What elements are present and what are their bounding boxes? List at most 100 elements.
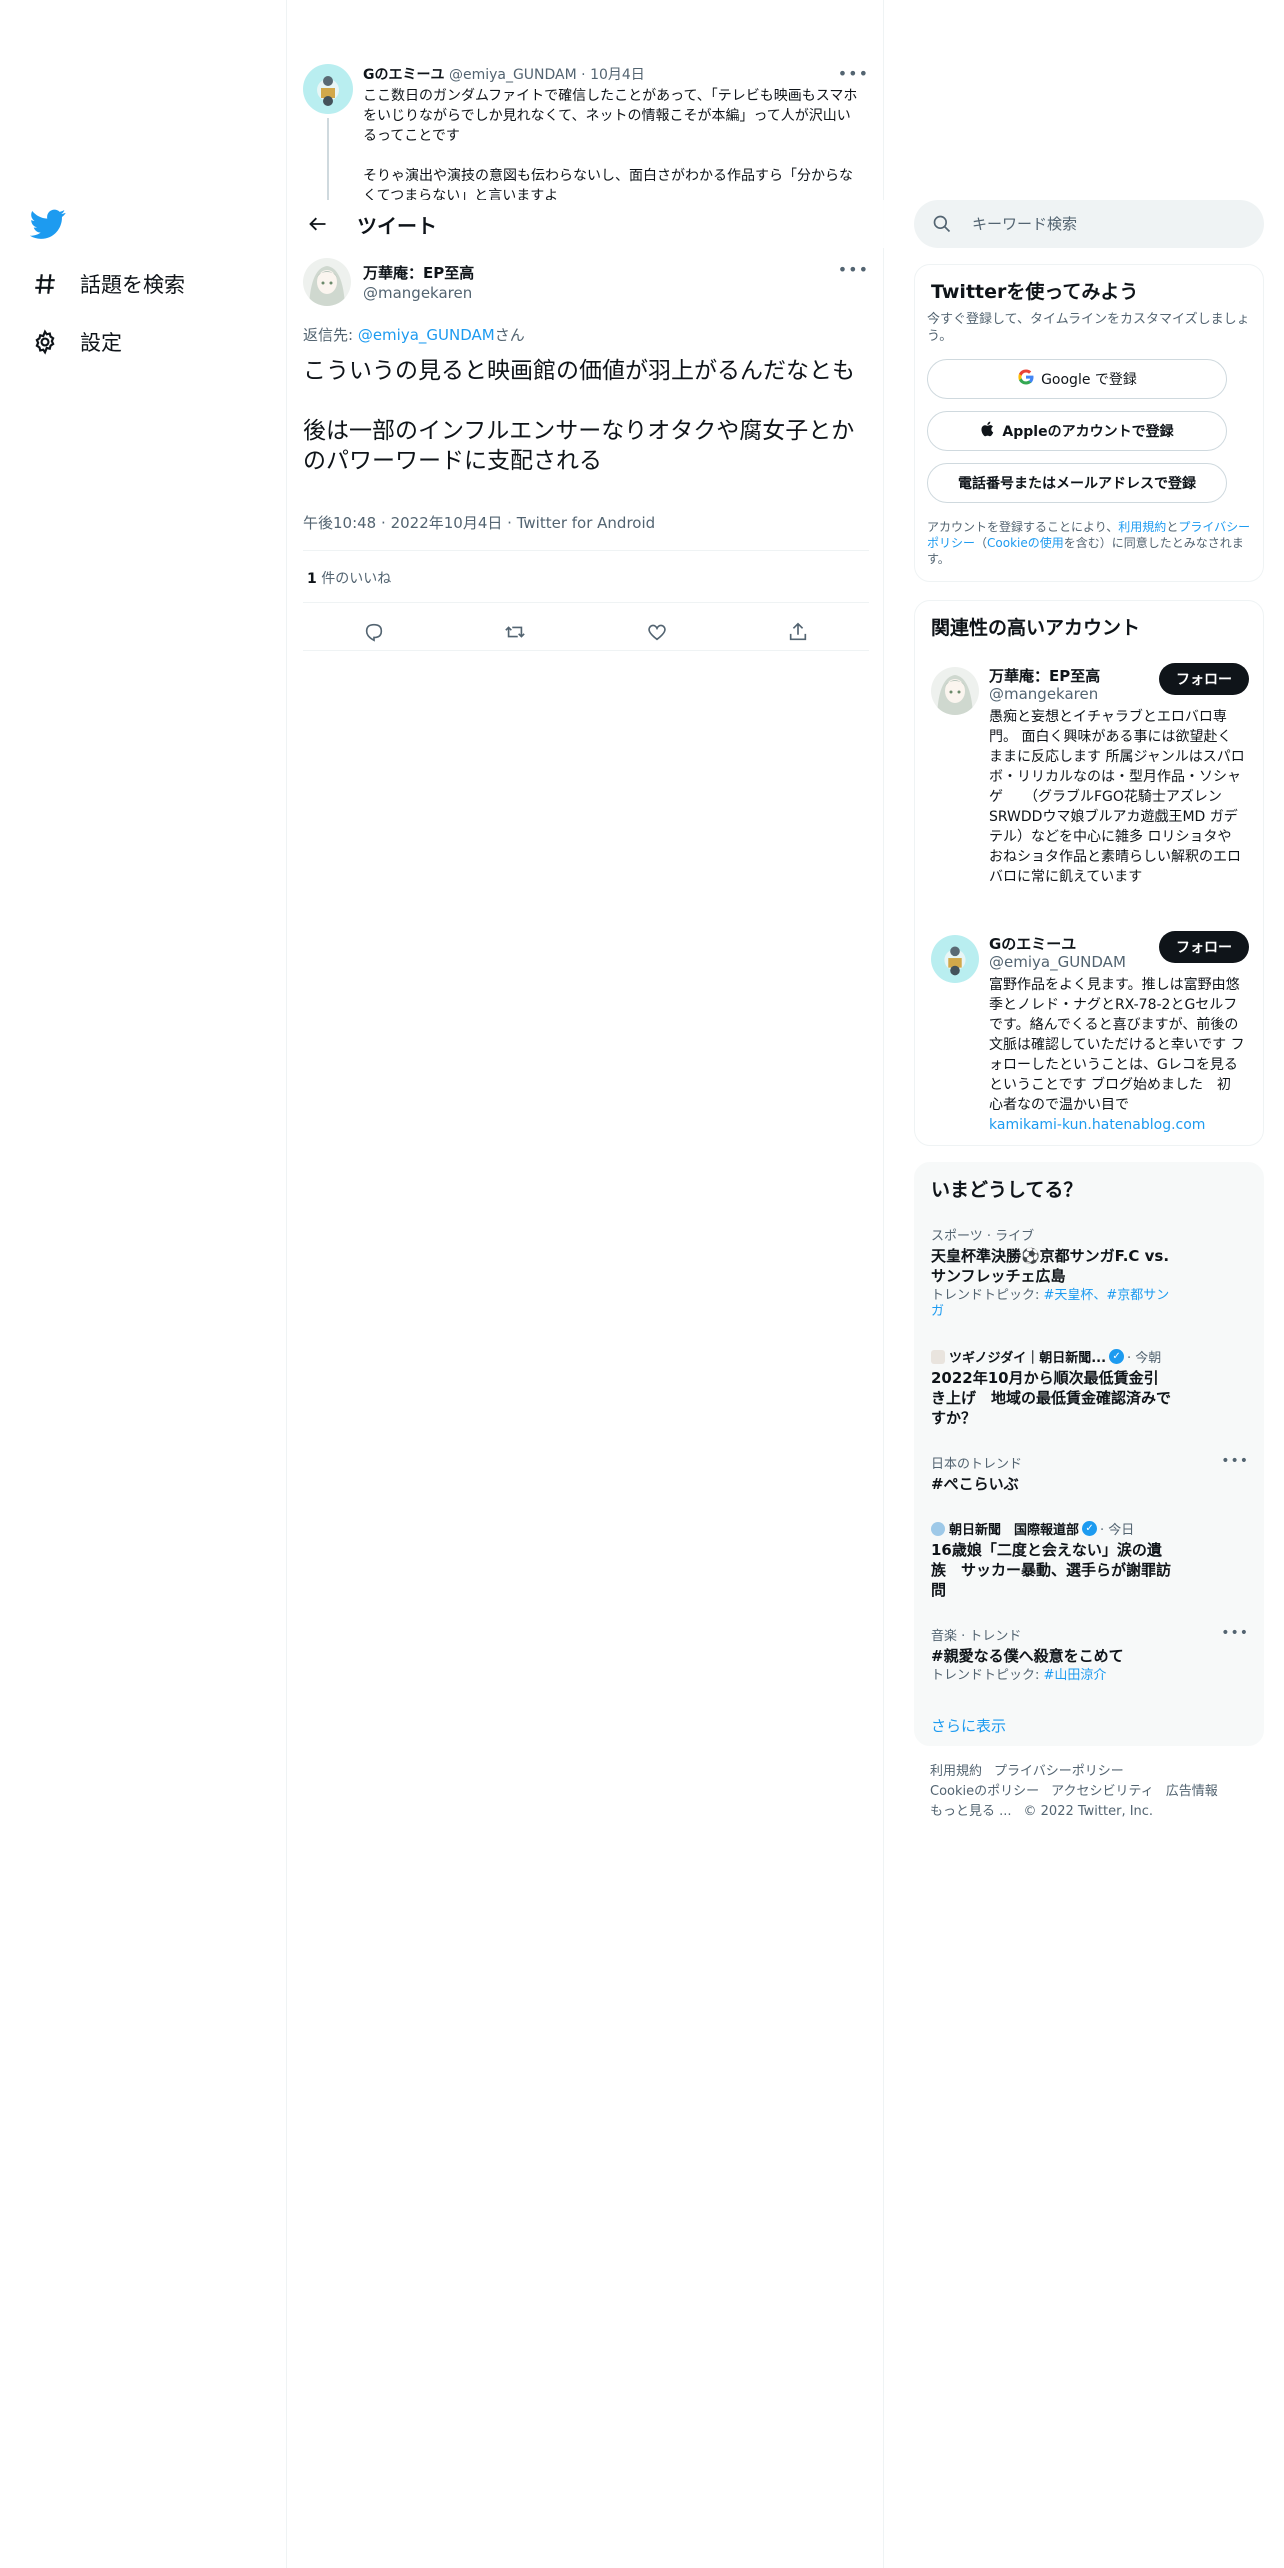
footer-link[interactable]: プライバシーポリシー bbox=[994, 1764, 1124, 1779]
google-icon bbox=[1017, 368, 1035, 390]
apple-signup-button[interactable]: Appleのアカウントで登録 bbox=[927, 411, 1227, 451]
likes-label: 件のいいね bbox=[316, 571, 392, 587]
footer-link[interactable]: もっと見る ... bbox=[930, 1804, 1012, 1819]
follow-button[interactable]: フォロー bbox=[1159, 663, 1249, 695]
account-handle[interactable]: @mangekaren bbox=[989, 685, 1098, 703]
footer-link[interactable]: 利用規約 bbox=[930, 1764, 982, 1779]
parent-tweet[interactable]: Gのエミーユ @emiya_GUNDAM · 10月4日 ••• ここ数日のガン… bbox=[287, 60, 885, 200]
avatar[interactable] bbox=[931, 667, 979, 715]
account-bio: 愚痴と妄想とイチャラブとエロバロ専門。 面白く興味がある事には欲望赴くままに反応… bbox=[989, 709, 1245, 885]
news-source-icon bbox=[931, 1349, 945, 1364]
nav-item-settings-label: 設定 bbox=[80, 331, 122, 355]
gear-icon bbox=[30, 327, 60, 357]
trend-item[interactable]: スポーツ · ライブ 天皇杯準決勝⚽京都サンガF.C vs. サンフレッチェ広島… bbox=[931, 1225, 1249, 1320]
trends-title: いまどうしてる？ bbox=[931, 1179, 1083, 1201]
tweet-source[interactable]: Twitter for Android bbox=[517, 514, 655, 532]
trend-context: スポーツ · ライブ bbox=[931, 1229, 1035, 1244]
trend-topics: トレンドトピック: #山田涼介 bbox=[931, 1668, 1171, 1684]
footer-link[interactable]: アクセシビリティ bbox=[1051, 1784, 1154, 1799]
signup-legal-text: アカウントを登録することにより、利用規約とプライバシーポリシー（Cookieの使… bbox=[927, 519, 1253, 567]
trend-title: 2022年10月から順次最低賃金引き上げ 地域の最低賃金確認済みですか？ bbox=[931, 1369, 1172, 1427]
related-accounts-card: 関連性の高いアカウント 万華庵：EP至高 @mangekaren フォロー 愚痴… bbox=[914, 600, 1264, 1146]
tweet-actions bbox=[303, 608, 869, 656]
news-time: · 今日 bbox=[1100, 1523, 1135, 1538]
avatar[interactable] bbox=[303, 258, 351, 306]
more-icon[interactable]: ••• bbox=[1221, 1453, 1249, 1469]
phone-email-signup-label: 電話番号またはメールアドレスで登録 bbox=[958, 476, 1196, 492]
google-signup-button[interactable]: Google で登録 bbox=[927, 359, 1227, 399]
footer-link[interactable]: 広告情報 bbox=[1166, 1784, 1218, 1799]
share-icon[interactable] bbox=[780, 614, 816, 650]
trend-topics: トレンドトピック: #天皇杯、#京都サンガ bbox=[931, 1288, 1171, 1320]
like-icon[interactable] bbox=[639, 614, 675, 650]
retweet-icon[interactable] bbox=[497, 614, 533, 650]
trend-context: 音楽 · トレンド bbox=[931, 1629, 1022, 1644]
account-bio-link[interactable]: kamikami-kun.hatenablog.com bbox=[989, 1117, 1205, 1133]
reply-icon[interactable] bbox=[356, 614, 392, 650]
reply-suffix: さん bbox=[494, 326, 525, 344]
likes-count[interactable]: 1 件のいいね bbox=[307, 568, 391, 588]
trend-item[interactable]: 音楽 · トレンド #親愛なる僕へ殺意をこめて トレンドトピック: #山田涼介 … bbox=[931, 1625, 1249, 1684]
separator: · bbox=[381, 514, 386, 532]
divider bbox=[303, 602, 869, 603]
more-icon[interactable]: ••• bbox=[838, 64, 869, 83]
account-name[interactable]: 万華庵：EP至高 bbox=[989, 665, 1100, 686]
related-accounts-title: 関連性の高いアカウント bbox=[931, 617, 1141, 639]
verified-icon: ✓ bbox=[1082, 1521, 1098, 1536]
parent-tweet-header: Gのエミーユ @emiya_GUNDAM · 10月4日 bbox=[363, 64, 645, 84]
trend-title: 天皇杯準決勝⚽京都サンガF.C vs. サンフレッチェ広島 bbox=[931, 1247, 1170, 1285]
author-handle[interactable]: @mangekaren bbox=[363, 284, 472, 302]
trend-topics-prefix: トレンドトピック: bbox=[931, 1668, 1044, 1683]
account-name[interactable]: Gのエミーユ bbox=[989, 933, 1076, 954]
divider bbox=[303, 550, 869, 551]
tweet-paragraph: そりゃ演出や演技の意図も伝わらないし、面白さがわかる作品すら「分からなくてつまら… bbox=[363, 168, 853, 200]
search-input[interactable] bbox=[972, 215, 1232, 233]
apple-icon bbox=[980, 420, 996, 442]
author-handle[interactable]: @emiya_GUNDAM bbox=[449, 67, 577, 83]
more-icon[interactable]: ••• bbox=[838, 260, 869, 279]
follow-button[interactable]: フォロー bbox=[1159, 931, 1249, 963]
nav-item-explore-label: 話題を検索 bbox=[80, 273, 185, 297]
tweet-date[interactable]: 2022年10月4日 bbox=[391, 514, 503, 532]
trend-item[interactable]: 朝日新聞 国際報道部 ✓ · 今日 16歳娘「二度と会えない」涙の遺族 サッカー… bbox=[931, 1519, 1249, 1600]
trend-topics-tags[interactable]: #山田涼介 bbox=[1044, 1668, 1107, 1683]
legal-text: アカウントを登録することにより、 bbox=[927, 520, 1119, 534]
signup-card: Twitterを使ってみよう 今すぐ登録して、タイムラインをカスタマイズしましょ… bbox=[914, 264, 1264, 582]
reply-to-line: 返信先: @emiya_GUNDAMさん bbox=[303, 324, 525, 345]
show-more-link[interactable]: さらに表示 bbox=[931, 1715, 1006, 1736]
avatar[interactable] bbox=[303, 64, 353, 114]
author-name[interactable]: 万華庵：EP至高 bbox=[363, 262, 474, 283]
reply-to-link[interactable]: @emiya_GUNDAM bbox=[358, 326, 495, 344]
hashtag-icon bbox=[30, 269, 60, 299]
terms-link[interactable]: 利用規約 bbox=[1118, 520, 1166, 534]
footer: 利用規約 プライバシーポリシー Cookieのポリシー アクセシビリティ 広告情報 も… bbox=[930, 1762, 1250, 1822]
author-name[interactable]: Gのエミーユ bbox=[363, 67, 445, 83]
google-signup-label: Google で登録 bbox=[1041, 372, 1137, 388]
trend-context: 日本のトレンド bbox=[931, 1457, 1023, 1472]
cookie-link[interactable]: Cookieの使用 bbox=[987, 536, 1064, 550]
nav-item-settings[interactable]: 設定 bbox=[30, 322, 122, 362]
news-source: ツギノジダイ｜朝日新聞... bbox=[949, 1351, 1107, 1366]
trend-item[interactable]: ツギノジダイ｜朝日新聞... ✓ · 今朝 2022年10月から順次最低賃金引き… bbox=[931, 1347, 1249, 1428]
trend-item[interactable]: 日本のトレンド #ぺこらいぶ ••• bbox=[931, 1453, 1249, 1494]
likes-number: 1 bbox=[307, 571, 317, 587]
copyright: © 2022 Twitter, Inc. bbox=[1023, 1804, 1154, 1819]
avatar[interactable] bbox=[931, 935, 979, 983]
account-handle[interactable]: @emiya_GUNDAM bbox=[989, 953, 1126, 971]
footer-link[interactable]: Cookieのポリシー bbox=[930, 1784, 1039, 1799]
news-source: 朝日新聞 国際報道部 bbox=[949, 1523, 1080, 1538]
tweet-date[interactable]: 10月4日 bbox=[590, 67, 645, 83]
tweet-paragraph: こういうの見ると映画館の価値が羽上がるんだなとも bbox=[303, 358, 855, 384]
nav-item-explore[interactable]: 話題を検索 bbox=[30, 264, 185, 304]
more-icon[interactable]: ••• bbox=[1221, 1625, 1249, 1641]
trend-title: #ぺこらいぶ bbox=[931, 1475, 1019, 1493]
back-arrow-icon[interactable] bbox=[301, 207, 335, 241]
reply-prefix: 返信先: bbox=[303, 326, 358, 344]
page-title: ツイート bbox=[357, 213, 437, 238]
tweet-paragraph: ここ数日のガンダムファイトで確信したことがあって、「テレビも映画もスマホをいじり… bbox=[363, 88, 858, 144]
tweet-time[interactable]: 午後10:48 bbox=[303, 514, 376, 532]
phone-email-signup-button[interactable]: 電話番号またはメールアドレスで登録 bbox=[927, 463, 1227, 503]
search-box[interactable] bbox=[914, 200, 1264, 248]
tweet-meta: 午後10:48 · 2022年10月4日 · Twitter for Andro… bbox=[303, 512, 655, 533]
twitter-bird-icon[interactable] bbox=[29, 206, 66, 242]
